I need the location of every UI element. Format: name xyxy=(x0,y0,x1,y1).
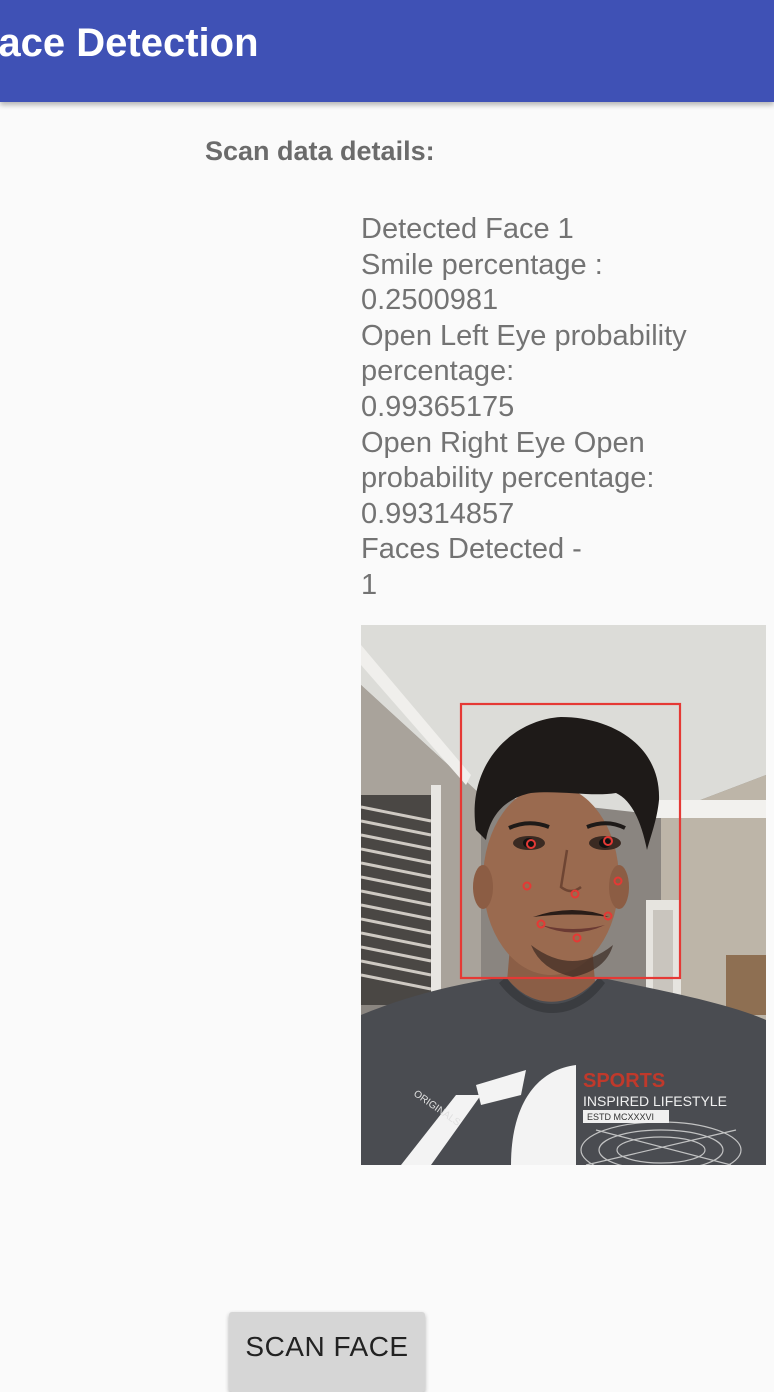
detail-left-eye-label: Open Left Eye probability xyxy=(361,319,687,352)
detail-left-eye-label-cont: percentage: xyxy=(361,355,515,388)
scan-details: Detected Face 1 Smile percentage : 0.250… xyxy=(361,212,761,604)
detail-right-eye-value: 0.99314857 xyxy=(361,497,515,530)
detail-left-eye-value: 0.99365175 xyxy=(361,390,515,423)
detail-faces-count-label: Faces Detected - xyxy=(361,533,582,566)
app-title: Face Detection xyxy=(0,21,259,65)
face-photo-illustration: SPORTS INSPIRED LIFESTYLE ESTD MCXXXVI O… xyxy=(361,625,766,1165)
scan-data-heading: Scan data details: xyxy=(205,136,435,166)
app-bar: Face Detection xyxy=(0,0,774,102)
detail-right-eye-label: Open Right Eye Open xyxy=(361,426,645,459)
detail-detected-face: Detected Face 1 xyxy=(361,213,574,245)
detail-smile-value: 0.2500981 xyxy=(361,284,499,317)
detail-smile-label: Smile percentage : xyxy=(361,248,603,281)
detail-faces-count-value: 1 xyxy=(361,568,378,601)
scan-face-button[interactable]: SCAN FACE xyxy=(229,1312,425,1392)
scanned-face-photo: SPORTS INSPIRED LIFESTYLE ESTD MCXXXVI O… xyxy=(361,625,766,1165)
shirt-text-sports: SPORTS xyxy=(583,1070,665,1092)
shirt-text-estd: ESTD MCXXXVI xyxy=(587,1112,654,1122)
window-blinds xyxy=(361,785,441,1015)
shirt-text-lifestyle: INSPIRED LIFESTYLE xyxy=(583,1093,727,1109)
scan-face-button-label: SCAN FACE xyxy=(245,1331,409,1362)
detail-right-eye-label-cont: probability percentage: xyxy=(361,462,655,495)
